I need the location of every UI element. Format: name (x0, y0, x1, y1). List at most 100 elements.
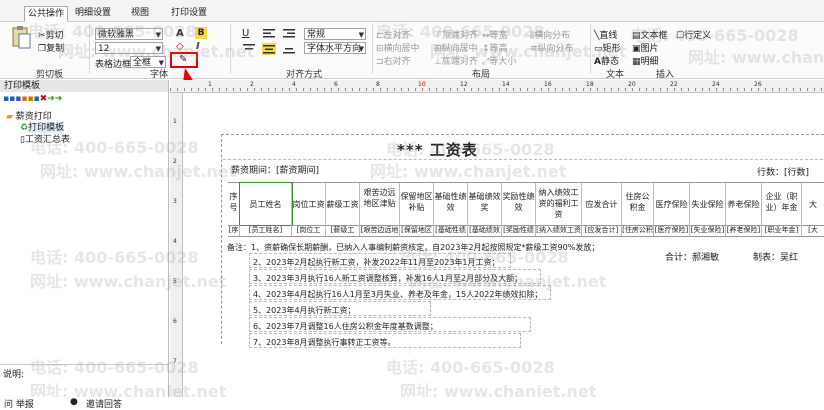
header-cell[interactable]: 纳入绩效工资的福利工资 (536, 183, 582, 225)
header-cell[interactable]: 基础绩效奖 (468, 183, 502, 225)
watermark-phone: 电话: 400-665-0028 (30, 138, 199, 157)
layout-hcenter-button[interactable]: ⊟横向居中 (376, 41, 420, 54)
header-cell[interactable]: 基础性绩效 (434, 183, 468, 225)
align-center-icon[interactable] (262, 43, 276, 55)
field-cell[interactable]: [应发合计] (582, 225, 622, 236)
ruler-tick: 2 (250, 81, 254, 88)
ruler-tick: 22 (670, 81, 678, 88)
field-cell[interactable]: [基础绩效奖] (468, 225, 502, 236)
watermark-phone: 电话: 400-665-0028 (630, 26, 799, 45)
header-cell[interactable]: 应发合计 (582, 183, 622, 225)
header-cell[interactable]: 艰苦边远地区津贴 (360, 183, 400, 225)
watermark-phone: 电话: 400-665-0028 (386, 140, 555, 159)
text-style-select[interactable]: 常规 ▼ (304, 28, 366, 40)
field-cell[interactable]: [养老保险] (726, 225, 762, 236)
field-cell[interactable]: [医疗保险] (654, 225, 690, 236)
header-cell[interactable]: 养老保险 (726, 183, 762, 225)
ruler-tick: 3 (173, 198, 177, 205)
folder-icon: ▰ (6, 112, 13, 122)
group-clipboard: 剪切板 (36, 70, 64, 80)
invite-answer-link[interactable]: 邀请回答 (86, 397, 122, 410)
ruler-tick: 14 (502, 81, 510, 88)
dot-icon: ● (70, 397, 78, 407)
field-cell[interactable]: [薪级工资] (326, 225, 360, 236)
ruler-tick: 1 (208, 81, 212, 88)
band-line (221, 134, 824, 135)
group-text: 文本 (606, 70, 625, 80)
note-frame (249, 317, 531, 332)
field-cell[interactable]: [大 (802, 225, 824, 236)
move-down-icon[interactable]: ➜ (55, 94, 63, 104)
move-up-icon[interactable]: ➜ (47, 94, 55, 104)
header-cell[interactable]: 岗位工资 (292, 183, 326, 225)
period-label[interactable]: 薪资期间：[薪资期间] (231, 163, 319, 176)
ruler-tick: 6 (334, 81, 338, 88)
chevron-down-icon: ▼ (358, 45, 364, 53)
watermark-url: 网址: www.chanjet.net (40, 162, 237, 181)
align-right-icon[interactable] (282, 27, 296, 39)
total-label[interactable]: 合计：郝湘敏 (665, 250, 719, 263)
ruler-tick: 6 (173, 318, 177, 325)
field-cell[interactable]: [保留地区补贴] (400, 225, 434, 236)
header-cell[interactable]: 序号 (228, 183, 240, 225)
field-cell[interactable]: [奖励性绩效] (502, 225, 536, 236)
field-cell[interactable]: [住房公积金] (622, 225, 654, 236)
rows-label[interactable]: 行数：[行数] (757, 165, 809, 178)
divider (372, 24, 373, 74)
field-cell[interactable]: [序号] (228, 225, 240, 236)
layout-right-label: 右对齐 (383, 57, 411, 67)
copy-icon: ❐ (38, 44, 47, 54)
header-cell[interactable]: 保留地区补贴 (400, 183, 434, 225)
note-frame (249, 333, 521, 348)
template-panel: 打印模板 ▪▪▪▪▪▪✖➜➜ ▰ 薪资打印 ♻打印模板 ▯工资汇总表 说明: (0, 80, 169, 397)
field-cell[interactable]: [基础性绩效] (434, 225, 468, 236)
table-header-row: 序号 员工姓名 岗位工资 薪级工资 艰苦边远地区津贴 保留地区补贴 基础性绩效 … (228, 182, 824, 226)
field-cell[interactable]: [职业年金] (762, 225, 802, 236)
detail-button[interactable]: ▦明细 (632, 54, 659, 67)
header-cell[interactable]: 住房公积金 (622, 183, 654, 225)
group-layout: 布局 (472, 70, 491, 80)
header-cell[interactable]: 失业保险 (690, 183, 726, 225)
ruler-tick: 12 (460, 81, 468, 88)
layout-right-button[interactable]: ⊐右对齐 (376, 54, 411, 67)
text-direction-select[interactable]: 字体水平方向 ▼ (304, 42, 366, 54)
detail-label: 明细 (640, 57, 659, 67)
group-font: 字体 (150, 70, 169, 80)
field-cell[interactable]: [岗位工资] (292, 225, 326, 236)
ruler-tick: 18 (586, 81, 594, 88)
remark-label: 说明: (3, 370, 25, 380)
report-link[interactable]: 问 举报 (4, 397, 34, 410)
chevron-down-icon: ▼ (358, 31, 364, 39)
ruler-tick: 8 (376, 81, 380, 88)
header-cell[interactable]: 员工姓名 (239, 182, 293, 226)
header-cell[interactable]: 奖励性绩效 (502, 183, 536, 225)
header-cell[interactable]: 大 (802, 183, 824, 225)
header-cell[interactable]: 医疗保险 (654, 183, 690, 225)
header-cell[interactable]: 企业（职业）年金 (762, 183, 802, 225)
header-cell[interactable]: 薪级工资 (326, 183, 360, 225)
hcenter-icon: ⊟ (376, 44, 384, 54)
ruler-tick: 4 (292, 81, 296, 88)
field-cell[interactable]: [员工姓名] (240, 225, 292, 236)
watermark-url: 网址: www.chanjet.net (688, 48, 824, 67)
text-style-value: 常规 (307, 30, 326, 40)
horizontal-ruler: 1 2 4 6 8 10 12 14 16 18 20 22 24 26 (170, 80, 824, 93)
watermark-phone: 电话: 400-665-0028 (386, 358, 555, 377)
watermark-url: 网址: www.chanjet.net (410, 272, 607, 291)
detail-icon: ▦ (632, 57, 641, 67)
watermark-url: 网址: www.chanjet.net (370, 162, 567, 181)
ruler-tick: 16 (544, 81, 552, 88)
watermark-phone: 电话: 400-665-0028 (30, 248, 199, 267)
field-cell[interactable]: [纳入绩效工资的福利] (536, 225, 582, 236)
field-cell[interactable]: [失业保险] (690, 225, 726, 236)
watermark-url: 网址: www.chanjet.net (30, 272, 227, 291)
field-cell[interactable]: [艰苦边远地区津贴] (360, 225, 400, 236)
align-bottom-icon[interactable] (282, 43, 296, 55)
ruler-ticks (170, 88, 824, 91)
ruler-tick: 26 (754, 81, 762, 88)
watermark-phone: 电话: 400-665-0028 (400, 248, 569, 267)
watermark-phone: 电话: 400-665-0028 (30, 358, 199, 377)
maker-label[interactable]: 制表：吴红 (753, 250, 798, 263)
align-left-icon[interactable] (262, 27, 276, 39)
panel-toolbar: ▪▪▪▪▪▪✖➜➜ (3, 94, 123, 105)
